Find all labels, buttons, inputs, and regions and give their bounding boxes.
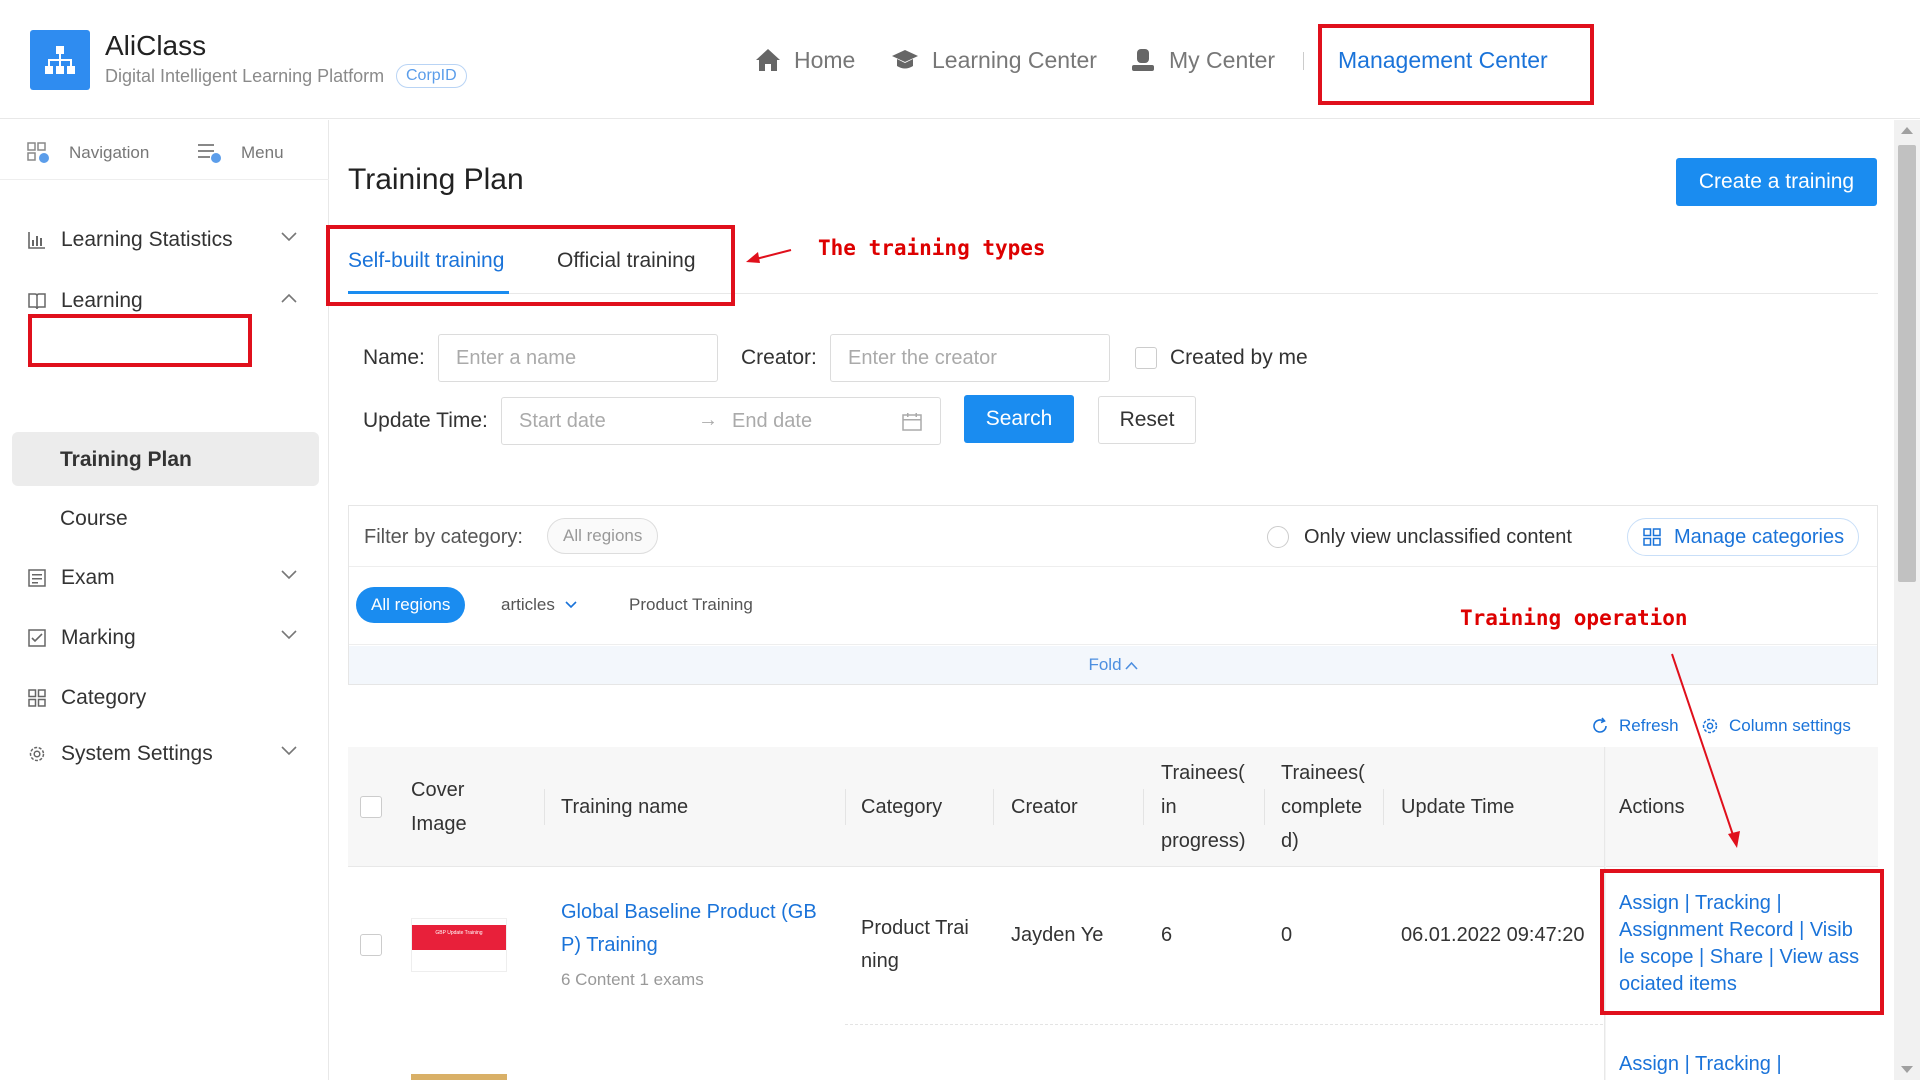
arrowhead-icon bbox=[1728, 831, 1740, 848]
annotation-arrows bbox=[746, 249, 1740, 848]
arrowhead-icon bbox=[746, 252, 760, 263]
arrow-training-operation bbox=[1671, 653, 1735, 839]
